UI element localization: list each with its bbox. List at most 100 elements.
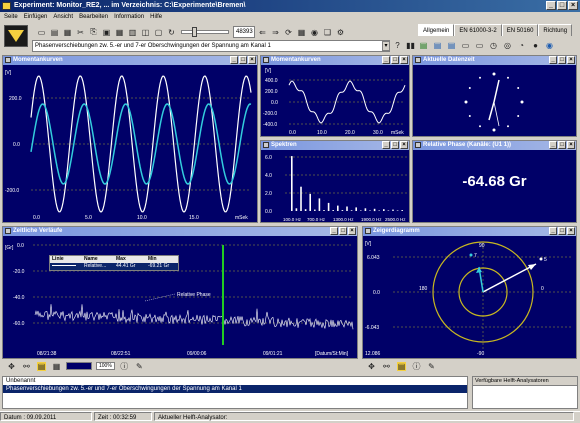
m2-ytick-1: 200.0 (265, 89, 278, 95)
chart-icon[interactable]: ▤ (396, 360, 407, 372)
book-icon[interactable]: ❑ (322, 26, 333, 38)
gauge-icon[interactable]: ◔ (516, 40, 527, 51)
menu-ansicht[interactable]: Ansicht (53, 12, 73, 22)
print-icon[interactable]: ▦ (51, 360, 62, 372)
panel-close-button[interactable]: × (400, 56, 408, 64)
m1-ytick-2: -200.0 (5, 188, 19, 194)
open-icon[interactable]: ▤ (49, 26, 60, 38)
dot-icon[interactable]: ● (530, 40, 541, 51)
position-slider[interactable] (181, 27, 229, 37)
panel-close-button[interactable]: × (567, 56, 575, 64)
panel-max-button[interactable]: □ (239, 56, 247, 64)
combo-dropdown-icon[interactable]: ▾ (382, 41, 390, 51)
pause-icon[interactable]: ▮▮ (405, 40, 416, 51)
panel-close-button[interactable]: × (567, 227, 575, 235)
panel-close-button[interactable]: × (348, 227, 356, 235)
clock-icon[interactable]: ◷ (488, 40, 499, 51)
panel-close-button[interactable]: × (248, 56, 256, 64)
menu-seite[interactable]: Seite (4, 12, 18, 22)
spin-input[interactable]: 48393 (233, 26, 255, 38)
trend-xunit: [Datum/St:Min] (315, 351, 349, 357)
maximize-button[interactable]: □ (557, 1, 567, 10)
spectrum-bar (323, 210, 325, 211)
paste-icon[interactable]: ▣ (101, 26, 112, 38)
grid-icon[interactable]: ▦ (114, 26, 125, 38)
trend-ytick-3: -60.0 (13, 321, 25, 327)
menu-hilfe[interactable]: Hilfe (150, 12, 162, 22)
clock-tick (520, 100, 524, 104)
panel-max-button[interactable]: □ (558, 141, 566, 149)
erase-icon[interactable]: ✎ (426, 360, 437, 372)
copy-icon[interactable]: ⎘ (88, 26, 99, 38)
legend-row[interactable]: Relative... 44.41 Gr -69.21 Gr (50, 263, 178, 270)
panel-title: Zeitliche Verläufe (13, 228, 63, 234)
target-icon[interactable]: ◎ (502, 40, 513, 51)
panel-min-button[interactable]: _ (382, 141, 390, 149)
scissors-icon[interactable]: ✂ (75, 26, 86, 38)
binoculars-icon[interactable]: ⚯ (21, 360, 32, 372)
layout-icon[interactable]: ▥ (127, 26, 138, 38)
info-icon[interactable]: ⓘ (411, 360, 422, 372)
tab-richtung[interactable]: Richtung (538, 24, 573, 36)
scope-icon[interactable]: ◉ (544, 40, 555, 51)
tab-en61000[interactable]: EN 61000-3-2 (454, 24, 502, 36)
binoculars-icon[interactable]: ⚯ (381, 360, 392, 372)
m2-yunit: [V] (265, 68, 272, 74)
panel-max-button[interactable]: □ (339, 227, 347, 235)
tab-en50160[interactable]: EN 50160 (501, 24, 539, 36)
title-combo[interactable]: Phasenverschiebungen zw. 5.-er und 7-er … (32, 40, 390, 52)
clock-tick (468, 115, 471, 117)
grid2-icon[interactable]: ▦ (296, 26, 307, 38)
panel-close-button[interactable]: × (400, 141, 408, 149)
print-icon[interactable]: ▦ (62, 26, 73, 38)
back-icon[interactable]: ⇐ (257, 26, 268, 38)
zoom-bar[interactable] (66, 362, 92, 370)
panel-min-button[interactable]: _ (549, 56, 557, 64)
panel-max-button[interactable]: □ (391, 141, 399, 149)
minimize-button[interactable]: _ (546, 1, 556, 10)
move-icon[interactable]: ✥ (366, 360, 377, 372)
view1-icon[interactable]: ▤ (418, 40, 429, 51)
panel-max-button[interactable]: □ (391, 56, 399, 64)
spectrum-bar (332, 210, 334, 211)
m1-ytick-0: 200.0 (9, 96, 22, 102)
move-icon[interactable]: ✥ (6, 360, 17, 372)
view5-icon[interactable]: ▭ (474, 40, 485, 51)
panel-min-button[interactable]: _ (382, 56, 390, 64)
screen-icon[interactable]: ▢ (153, 26, 164, 38)
spec-ytick-1: 4.0 (265, 173, 272, 179)
menu-bearbeiten[interactable]: Bearbeiten (79, 12, 108, 22)
m2-xtick-0: 0.0 (289, 130, 296, 136)
view3-icon[interactable]: ▤ (446, 40, 457, 51)
info-icon[interactable]: ⓘ (118, 360, 130, 372)
close-button[interactable]: × (568, 1, 578, 10)
menu-einfuegen[interactable]: Einfügen (24, 12, 48, 22)
panel-min-button[interactable]: _ (549, 227, 557, 235)
tab-allgemein[interactable]: Allgemein (418, 24, 455, 36)
legend-header-name: Name (84, 256, 98, 262)
document-text[interactable]: Phasenverschiebungen zw. 5.-er und 7-er … (3, 385, 467, 393)
panel-min-button[interactable]: _ (549, 141, 557, 149)
rotate-icon[interactable]: ↻ (166, 26, 177, 38)
panel-max-button[interactable]: □ (558, 56, 566, 64)
new-icon[interactable]: ▭ (36, 26, 47, 38)
erase-icon[interactable]: ✎ (133, 360, 145, 372)
forward-icon[interactable]: ⇒ (270, 26, 281, 38)
panel-min-button[interactable]: _ (330, 227, 338, 235)
m1-ytick-1: 0.0 (13, 142, 20, 148)
window-icon[interactable]: ◫ (140, 26, 151, 38)
app-logo (4, 25, 28, 47)
refresh-icon[interactable]: ⟳ (283, 26, 294, 38)
menu-information[interactable]: Information (114, 12, 144, 22)
panel-relative-phase: Relative Phase (Kanäle: (U1 1)) _ □ × -64.… (412, 140, 577, 223)
settings-icon[interactable]: ⚙ (335, 26, 346, 38)
help-icon[interactable]: ? (392, 40, 403, 51)
chart-icon[interactable]: ▤ (36, 360, 47, 372)
panel-max-button[interactable]: □ (558, 227, 566, 235)
panel-close-button[interactable]: × (567, 141, 575, 149)
panel-title: Aktuelle Datenzeit (423, 57, 475, 63)
view4-icon[interactable]: ▭ (460, 40, 471, 51)
view2-icon[interactable]: ▤ (432, 40, 443, 51)
panel-min-button[interactable]: _ (230, 56, 238, 64)
pin-icon[interactable]: ◉ (309, 26, 320, 38)
